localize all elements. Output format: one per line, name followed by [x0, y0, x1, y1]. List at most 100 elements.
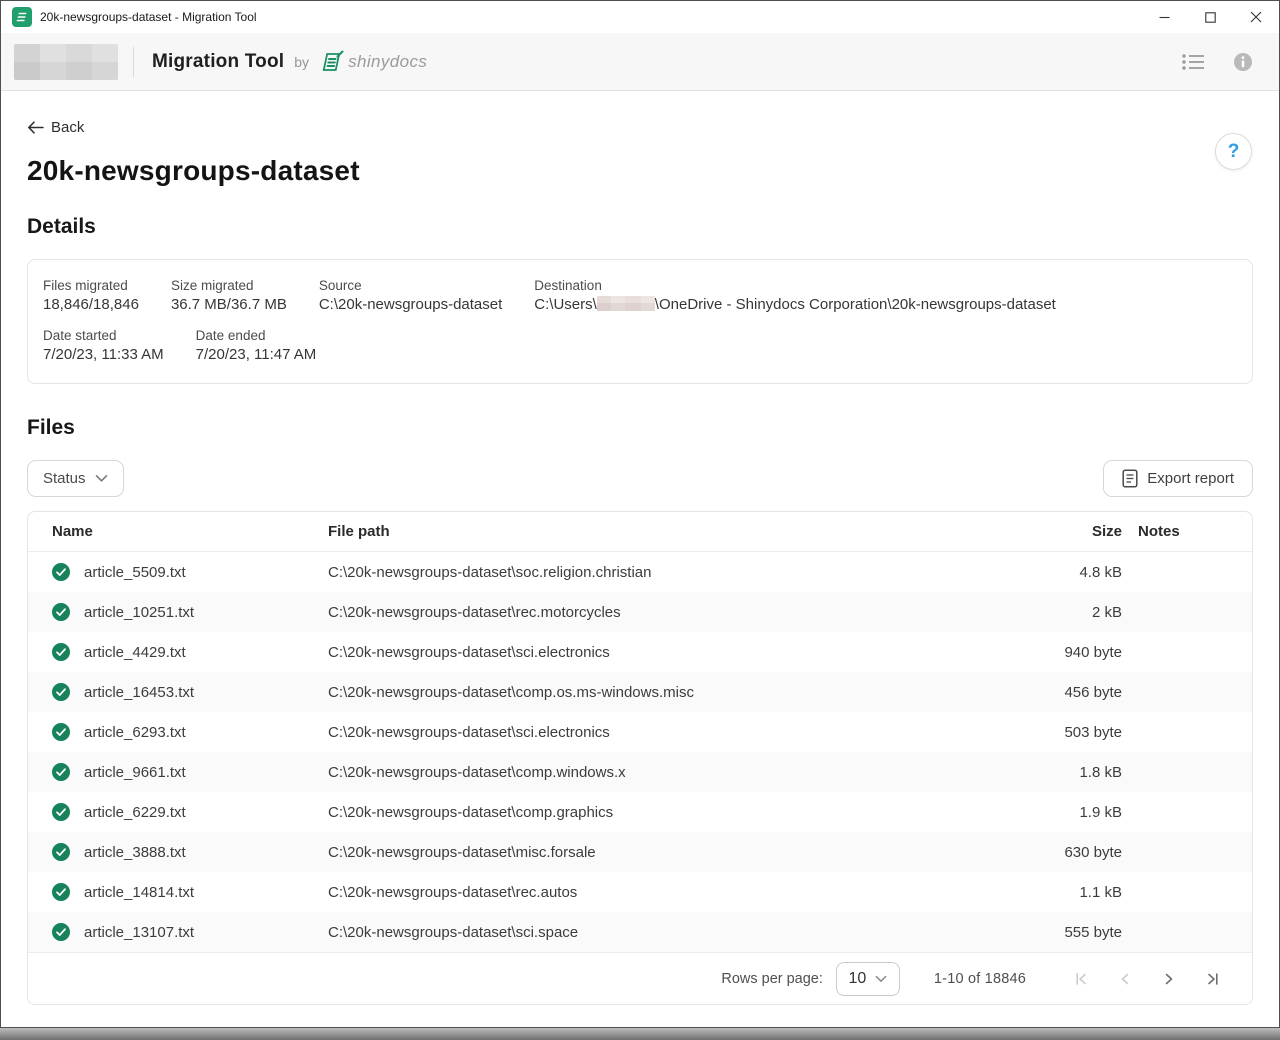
field-date-ended: Date ended 7/20/23, 11:47 AM: [196, 328, 317, 363]
chevron-down-icon: [875, 975, 887, 983]
field-destination: Destination C:\Users\\OneDrive - Shinydo…: [534, 278, 1056, 313]
customer-logo-redacted: [14, 44, 118, 80]
files-toolbar: Status Export report: [27, 460, 1253, 497]
file-size: 4.8 kB: [1018, 564, 1138, 581]
file-name: article_5509.txt: [84, 564, 328, 581]
list-icon: [1181, 52, 1205, 72]
field-value: C:\Users\\OneDrive - Shinydocs Corporati…: [534, 296, 1056, 313]
chevron-down-icon: [95, 474, 108, 483]
files-heading: Files: [27, 416, 1253, 440]
file-name: article_9661.txt: [84, 764, 328, 781]
success-check-icon: [52, 723, 84, 741]
table-row: article_14814.txt C:\20k-newsgroups-data…: [28, 872, 1252, 912]
rows-per-page-label: Rows per page:: [721, 971, 823, 987]
files-table: Name File path Size Notes article_5509.t…: [27, 511, 1253, 1005]
file-path: C:\20k-newsgroups-dataset\sci.electronic…: [328, 644, 1018, 661]
help-button[interactable]: ?: [1215, 133, 1252, 170]
shinydocs-logo-icon: [318, 50, 346, 74]
file-path: C:\20k-newsgroups-dataset\rec.autos: [328, 884, 1018, 901]
app-header: Migration Tool by shinydocs: [1, 33, 1279, 91]
file-size: 503 byte: [1018, 724, 1138, 741]
app-icon: [12, 7, 32, 27]
file-name: article_13107.txt: [84, 924, 328, 941]
file-size: 456 byte: [1018, 684, 1138, 701]
file-size: 630 byte: [1018, 844, 1138, 861]
file-size: 555 byte: [1018, 924, 1138, 941]
rows-per-page-select[interactable]: 10: [836, 962, 900, 996]
app-window: 20k-newsgroups-dataset - Migration Tool …: [0, 0, 1280, 1028]
redacted-username: [597, 296, 655, 311]
file-path: C:\20k-newsgroups-dataset\misc.forsale: [328, 844, 1018, 861]
file-size: 1.8 kB: [1018, 764, 1138, 781]
success-check-icon: [52, 803, 84, 821]
table-row: article_13107.txt C:\20k-newsgroups-data…: [28, 912, 1252, 952]
file-name: article_3888.txt: [84, 844, 328, 861]
first-page-icon: [1074, 972, 1088, 986]
table-row: article_6229.txt C:\20k-newsgroups-datas…: [28, 792, 1252, 832]
info-icon: [1233, 52, 1253, 72]
table-row: article_5509.txt C:\20k-newsgroups-datas…: [28, 552, 1252, 592]
window-title: 20k-newsgroups-dataset - Migration Tool: [40, 10, 1141, 24]
file-name: article_14814.txt: [84, 884, 328, 901]
maximize-button[interactable]: [1187, 1, 1233, 33]
field-date-started: Date started 7/20/23, 11:33 AM: [43, 328, 164, 363]
table-row: article_16453.txt C:\20k-newsgroups-data…: [28, 672, 1252, 712]
field-files-migrated: Files migrated 18,846/18,846: [43, 278, 139, 313]
table-body: article_5509.txt C:\20k-newsgroups-datas…: [28, 552, 1252, 952]
pagination-range: 1-10 of 18846: [934, 971, 1026, 987]
document-icon: [1122, 469, 1138, 488]
success-check-icon: [52, 763, 84, 781]
field-value: 7/20/23, 11:33 AM: [43, 346, 164, 363]
back-link[interactable]: Back: [27, 119, 84, 136]
by-label: by: [294, 54, 309, 70]
file-path: C:\20k-newsgroups-dataset\comp.os.ms-win…: [328, 684, 1018, 701]
table-row: article_9661.txt C:\20k-newsgroups-datas…: [28, 752, 1252, 792]
maximize-icon: [1205, 12, 1216, 23]
file-name: article_6293.txt: [84, 724, 328, 741]
status-filter-button[interactable]: Status: [27, 460, 124, 497]
window-titlebar[interactable]: 20k-newsgroups-dataset - Migration Tool: [1, 1, 1279, 33]
field-label: Source: [319, 278, 502, 293]
file-path: C:\20k-newsgroups-dataset\sci.space: [328, 924, 1018, 941]
export-report-button[interactable]: Export report: [1103, 460, 1253, 497]
file-path: C:\20k-newsgroups-dataset\rec.motorcycle…: [328, 604, 1018, 621]
back-arrow-icon: [27, 121, 44, 134]
previous-page-button[interactable]: [1110, 964, 1140, 994]
file-path: C:\20k-newsgroups-dataset\soc.religion.c…: [328, 564, 1018, 581]
window-shadow: [0, 1028, 1280, 1040]
file-name: article_4429.txt: [84, 644, 328, 661]
activity-log-button[interactable]: [1181, 52, 1205, 72]
field-source: Source C:\20k-newsgroups-dataset: [319, 278, 502, 313]
last-page-button[interactable]: [1198, 964, 1228, 994]
file-path: C:\20k-newsgroups-dataset\comp.graphics: [328, 804, 1018, 821]
app-title: Migration Tool: [152, 51, 284, 73]
minimize-button[interactable]: [1141, 1, 1187, 33]
column-header-name: Name: [52, 523, 328, 540]
file-size: 1.9 kB: [1018, 804, 1138, 821]
file-path: C:\20k-newsgroups-dataset\sci.electronic…: [328, 724, 1018, 741]
first-page-button[interactable]: [1066, 964, 1096, 994]
table-row: article_6293.txt C:\20k-newsgroups-datas…: [28, 712, 1252, 752]
file-path: C:\20k-newsgroups-dataset\comp.windows.x: [328, 764, 1018, 781]
info-button[interactable]: [1233, 52, 1253, 72]
file-size: 940 byte: [1018, 644, 1138, 661]
success-check-icon: [52, 563, 84, 581]
table-row: article_3888.txt C:\20k-newsgroups-datas…: [28, 832, 1252, 872]
success-check-icon: [52, 923, 84, 941]
last-page-icon: [1206, 972, 1220, 986]
column-header-size: Size: [1018, 523, 1138, 540]
field-label: Size migrated: [171, 278, 287, 293]
close-icon: [1250, 11, 1262, 23]
close-button[interactable]: [1233, 1, 1279, 33]
file-size: 2 kB: [1018, 604, 1138, 621]
field-size-migrated: Size migrated 36.7 MB/36.7 MB: [171, 278, 287, 313]
column-header-file-path: File path: [328, 523, 1018, 540]
minimize-icon: [1159, 12, 1170, 23]
pager-controls: [1052, 964, 1228, 994]
next-page-button[interactable]: [1154, 964, 1184, 994]
details-heading: Details: [27, 215, 1253, 239]
details-card: Files migrated 18,846/18,846 Size migrat…: [27, 259, 1253, 384]
file-name: article_16453.txt: [84, 684, 328, 701]
field-value: C:\20k-newsgroups-dataset: [319, 296, 502, 313]
rows-per-page-value: 10: [849, 970, 867, 988]
